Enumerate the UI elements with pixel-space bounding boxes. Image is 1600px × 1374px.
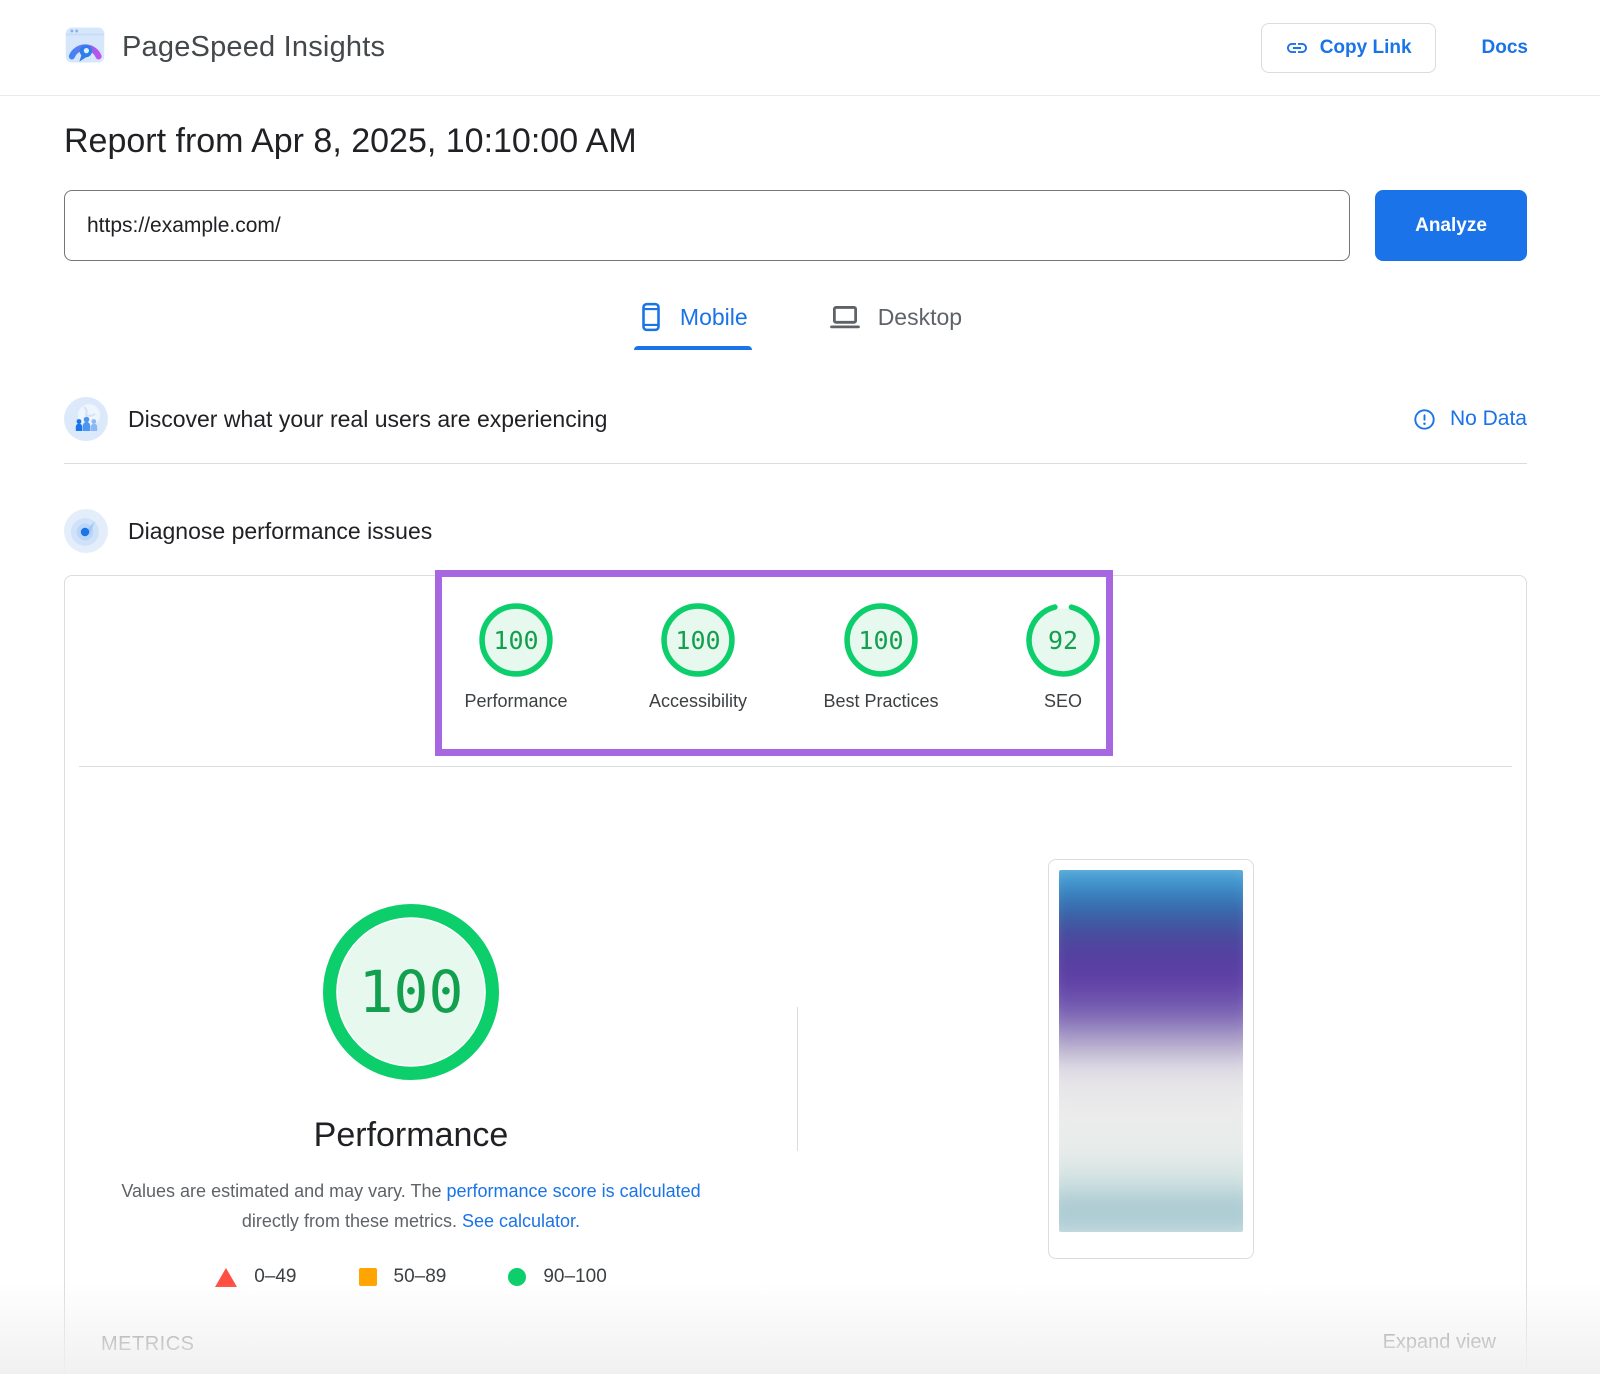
green-circle-icon [508,1268,526,1286]
diagnose-section-header: Diagnose performance issues [64,508,1527,554]
metrics-section-heading: METRICS [101,1333,195,1356]
tab-mobile[interactable]: Mobile [634,302,752,350]
card-nav-divider [79,766,1512,767]
disclaimer-text-2: directly from these metrics. [242,1211,462,1231]
report-title: Report from Apr 8, 2025, 10:10:00 AM [64,122,637,161]
orange-square-icon [359,1268,377,1286]
accessibility-score-value: 100 [661,603,735,677]
performance-big-gauge: 100 [323,904,499,1080]
seo-score-label: SEO [973,691,1153,712]
docs-link[interactable]: Docs [1482,37,1528,59]
legend-item-pass: 90–100 [508,1266,606,1288]
performance-score-label: Performance [426,691,606,712]
score-block-accessibility[interactable]: 100 Accessibility [608,603,788,712]
pagespeed-insights-page: PageSpeed Insights Copy Link Docs Report… [0,0,1600,1374]
legend-item-fail: 0–49 [215,1266,296,1288]
real-users-section-title: Discover what your real users are experi… [128,406,607,433]
url-input[interactable] [64,190,1350,261]
info-icon [1413,408,1436,431]
no-data-status[interactable]: No Data [1413,407,1527,431]
performance-big-score-value: 100 [323,904,499,1080]
best-practices-score-label: Best Practices [791,691,971,712]
performance-score-gauge: 100 [479,603,553,677]
desktop-laptop-icon [828,302,862,332]
diagnose-section-title: Diagnose performance issues [128,518,432,545]
best-practices-score-value: 100 [844,603,918,677]
legend-range-average: 50–89 [394,1266,447,1288]
legend-item-average: 50–89 [359,1266,447,1288]
screenshot-image [1059,870,1243,1232]
lighthouse-report-card: 100 Performance 100 Accessibility 100 [64,575,1527,1374]
disclaimer-text-1: Values are estimated and may vary. The [121,1181,446,1201]
best-practices-score-gauge: 100 [844,603,918,677]
real-users-section-header: Discover what your real users are experi… [64,396,1527,442]
section-divider [64,463,1527,464]
legend-range-pass: 90–100 [543,1266,606,1288]
tab-desktop-label: Desktop [878,304,962,331]
performance-panel-title: Performance [211,1116,611,1155]
tab-desktop[interactable]: Desktop [824,302,966,350]
active-tab-underline [634,346,752,350]
copy-link-label: Copy Link [1320,37,1412,59]
performance-disclaimer: Values are estimated and may vary. The p… [91,1176,731,1236]
diagnose-speedometer-icon [64,509,108,553]
score-block-performance[interactable]: 100 Performance [426,603,606,712]
link-icon [1285,36,1309,60]
expand-view-button[interactable]: Expand view [1383,1331,1496,1354]
vertical-divider [797,1007,798,1151]
mobile-phone-icon [638,302,664,332]
app-title: PageSpeed Insights [122,31,385,64]
red-triangle-icon [215,1268,237,1287]
app-header: PageSpeed Insights Copy Link Docs [0,0,1600,96]
legend-range-fail: 0–49 [254,1266,296,1288]
analyze-button[interactable]: Analyze [1375,190,1527,261]
performance-score-value: 100 [479,603,553,677]
accessibility-score-gauge: 100 [661,603,735,677]
app-logo[interactable]: PageSpeed Insights [64,24,385,71]
pagespeed-logo-icon [64,24,106,71]
score-range-legend: 0–49 50–89 90–100 [91,1266,731,1288]
tab-mobile-label: Mobile [680,304,748,331]
see-calculator-link[interactable]: See calculator. [462,1211,580,1231]
score-block-best-practices[interactable]: 100 Best Practices [791,603,971,712]
no-data-label: No Data [1450,407,1527,431]
real-users-icon [64,397,108,441]
score-block-seo[interactable]: 92 SEO [973,603,1153,712]
device-tabs: Mobile Desktop [0,302,1600,350]
seo-score-gauge: 92 [1026,603,1100,677]
page-screenshot-thumbnail[interactable] [1048,859,1254,1259]
copy-link-button[interactable]: Copy Link [1261,23,1436,73]
accessibility-score-label: Accessibility [608,691,788,712]
score-calculation-link[interactable]: performance score is calculated [447,1181,701,1201]
seo-score-value: 92 [1026,603,1100,677]
